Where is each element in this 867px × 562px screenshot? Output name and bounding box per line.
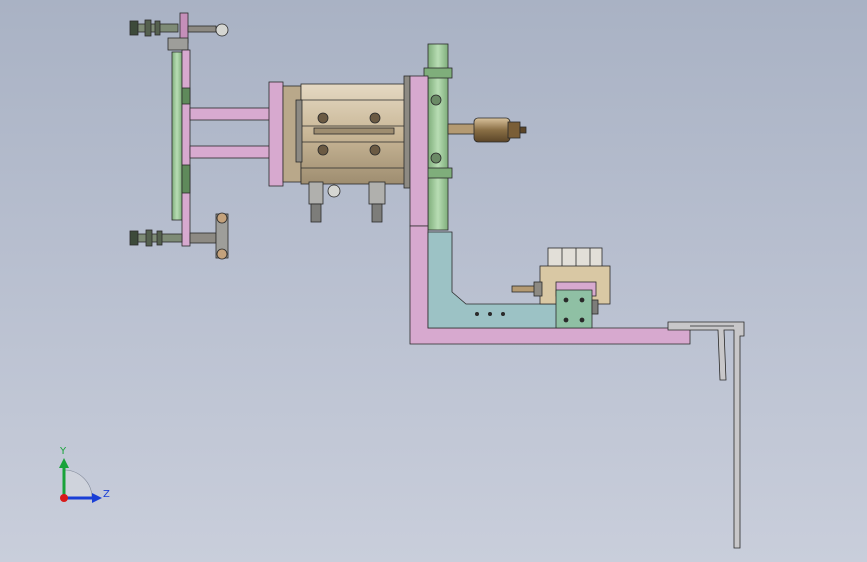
triad-origin xyxy=(60,494,68,502)
sensor-top-block xyxy=(547,247,603,269)
top-suction-fitting xyxy=(129,12,229,51)
pink-support-column xyxy=(409,75,429,227)
air-fitting-left xyxy=(308,181,324,205)
left-gripper-assembly xyxy=(129,12,273,260)
triad-quarter-disk xyxy=(63,469,93,499)
air-fitting-right xyxy=(368,181,386,205)
y-axis-arrow xyxy=(59,458,69,468)
cad-viewport[interactable]: Y Z xyxy=(0,0,867,562)
green-sensor-plate xyxy=(555,289,593,329)
shaft-nut xyxy=(473,117,511,143)
cylinder-end-plate xyxy=(268,81,284,187)
slide-cylinder xyxy=(268,75,430,223)
z-axis-label: Z xyxy=(103,489,110,500)
guide-rod-upper xyxy=(189,107,273,121)
vertical-support xyxy=(409,43,527,231)
gray-hanging-bracket xyxy=(667,321,745,549)
axis-triad: Y Z xyxy=(59,446,110,503)
pink-mount-plate xyxy=(181,49,191,247)
green-mount-plate xyxy=(171,51,183,221)
z-axis-arrow xyxy=(92,493,102,503)
guide-rod-lower xyxy=(189,145,273,159)
shaft xyxy=(447,123,479,135)
y-axis-label: Y xyxy=(59,446,67,457)
